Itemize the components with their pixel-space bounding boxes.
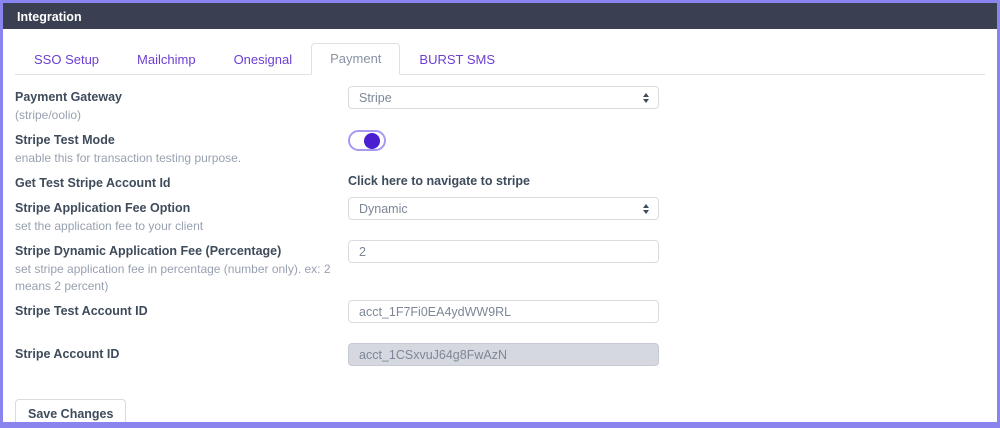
account-id-label: Stripe Account ID [15, 345, 348, 363]
page-title: Integration [3, 3, 997, 29]
dynamic-fee-help: set stripe application fee in percentage… [15, 260, 348, 295]
stripe-test-mode-label: Stripe Test Mode [15, 131, 348, 149]
dynamic-fee-label: Stripe Dynamic Application Fee (Percenta… [15, 242, 348, 260]
application-fee-option-help: set the application fee to your client [15, 217, 348, 235]
payment-gateway-help: (stripe/oolio) [15, 106, 348, 124]
test-account-id-row: Stripe Test Account ID [15, 300, 985, 323]
tab-onesignal[interactable]: Onesignal [215, 44, 312, 75]
toggle-knob [364, 133, 380, 149]
stripe-test-mode-toggle[interactable] [348, 130, 386, 151]
payment-gateway-select-value: Stripe [359, 91, 392, 105]
dynamic-fee-row: Stripe Dynamic Application Fee (Percenta… [15, 240, 985, 295]
save-changes-button[interactable]: Save Changes [15, 399, 126, 428]
payment-settings-form: Payment Gateway (stripe/oolio) Stripe St… [3, 75, 997, 428]
payment-gateway-select[interactable]: Stripe [348, 86, 659, 109]
tab-burst-sms[interactable]: BURST SMS [400, 44, 514, 75]
test-account-id-label: Stripe Test Account ID [15, 302, 348, 320]
application-fee-option-row: Stripe Application Fee Option set the ap… [15, 197, 985, 235]
navigate-to-stripe-link[interactable]: Click here to navigate to stripe [348, 174, 530, 188]
application-fee-option-label: Stripe Application Fee Option [15, 199, 348, 217]
test-account-id-input[interactable] [348, 300, 659, 323]
stripe-test-mode-help: enable this for transaction testing purp… [15, 149, 348, 167]
tab-payment[interactable]: Payment [311, 43, 400, 75]
account-id-input [348, 343, 659, 366]
select-arrows-icon [643, 204, 649, 214]
get-test-stripe-account-label: Get Test Stripe Account Id [15, 174, 348, 192]
application-fee-select[interactable]: Dynamic [348, 197, 659, 220]
get-test-stripe-account-row: Get Test Stripe Account Id Click here to… [15, 172, 985, 192]
select-arrows-icon [643, 93, 649, 103]
payment-gateway-row: Payment Gateway (stripe/oolio) Stripe [15, 86, 985, 124]
account-id-row: Stripe Account ID [15, 343, 985, 366]
application-fee-select-value: Dynamic [359, 202, 408, 216]
integration-page: Integration SSO Setup Mailchimp Onesigna… [0, 0, 1000, 428]
tab-sso-setup[interactable]: SSO Setup [15, 44, 118, 75]
tab-bar: SSO Setup Mailchimp Onesignal Payment BU… [15, 43, 985, 75]
dynamic-fee-input[interactable] [348, 240, 659, 263]
stripe-test-mode-row: Stripe Test Mode enable this for transac… [15, 129, 985, 167]
tab-mailchimp[interactable]: Mailchimp [118, 44, 215, 75]
payment-gateway-label: Payment Gateway [15, 88, 348, 106]
